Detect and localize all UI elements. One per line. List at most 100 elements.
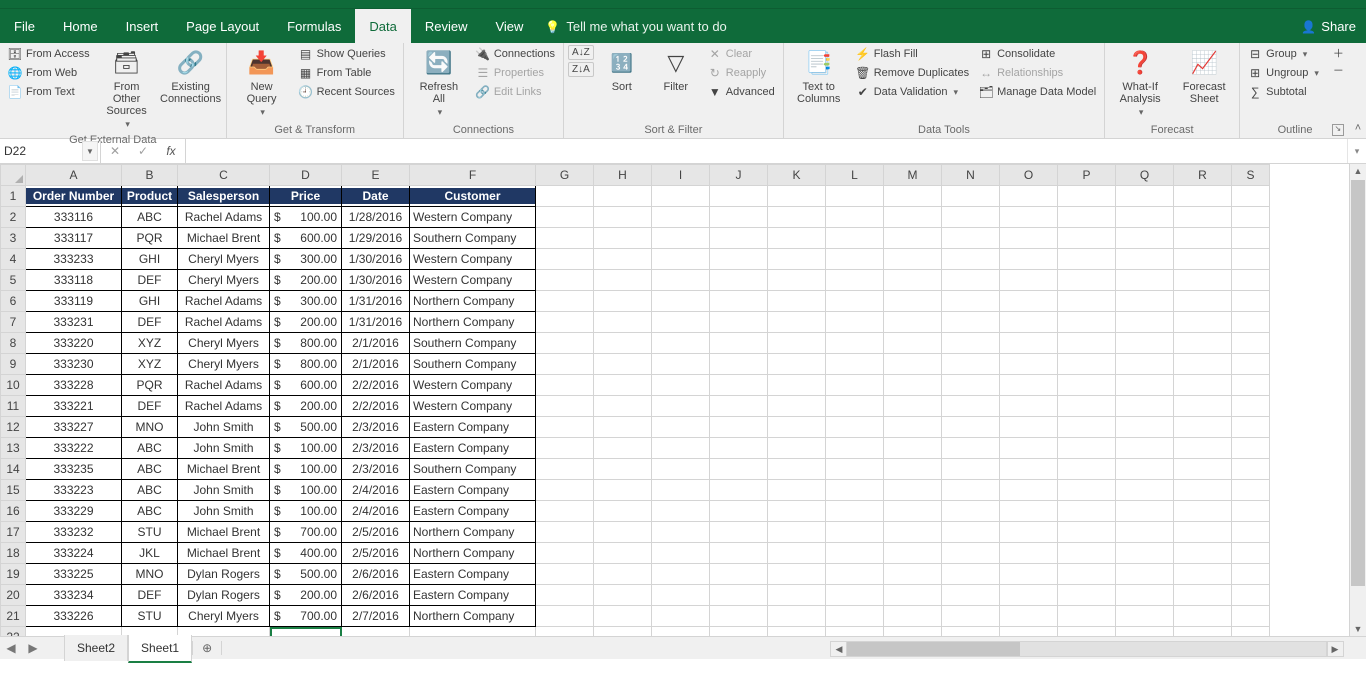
cell-M12[interactable] [884, 417, 942, 438]
cell-J4[interactable] [710, 249, 768, 270]
cell-H9[interactable] [594, 354, 652, 375]
reapply-button[interactable]: ↻Reapply [704, 64, 779, 82]
cell-Q13[interactable] [1116, 438, 1174, 459]
advanced-filter-button[interactable]: ▼Advanced [704, 83, 779, 101]
cell-E2[interactable]: 1/28/2016 [342, 207, 410, 228]
cell-A13[interactable]: 333222 [26, 438, 122, 459]
column-header-R[interactable]: R [1174, 165, 1232, 186]
cell-P11[interactable] [1058, 396, 1116, 417]
cell-C6[interactable]: Rachel Adams [178, 291, 270, 312]
cell-C11[interactable]: Rachel Adams [178, 396, 270, 417]
cell-O3[interactable] [1000, 228, 1058, 249]
cell-L4[interactable] [826, 249, 884, 270]
cell-B11[interactable]: DEF [122, 396, 178, 417]
row-header-4[interactable]: 4 [1, 249, 26, 270]
cell-N19[interactable] [942, 564, 1000, 585]
cell-H6[interactable] [594, 291, 652, 312]
cell-K6[interactable] [768, 291, 826, 312]
cell-D14[interactable]: $100.00 [270, 459, 342, 480]
cell-A5[interactable]: 333118 [26, 270, 122, 291]
cell-C4[interactable]: Cheryl Myers [178, 249, 270, 270]
cell-E15[interactable]: 2/4/2016 [342, 480, 410, 501]
cell-C12[interactable]: John Smith [178, 417, 270, 438]
cell-L18[interactable] [826, 543, 884, 564]
cell-F16[interactable]: Eastern Company [410, 501, 536, 522]
cell-B19[interactable]: MNO [122, 564, 178, 585]
cell-N17[interactable] [942, 522, 1000, 543]
cell-Q20[interactable] [1116, 585, 1174, 606]
cell-R15[interactable] [1174, 480, 1232, 501]
cell-E13[interactable]: 2/3/2016 [342, 438, 410, 459]
cell-G6[interactable] [536, 291, 594, 312]
sheet-nav-next[interactable]: ▶ [22, 641, 44, 655]
cell-R11[interactable] [1174, 396, 1232, 417]
cell-E9[interactable]: 2/1/2016 [342, 354, 410, 375]
cell-P15[interactable] [1058, 480, 1116, 501]
cell-B13[interactable]: ABC [122, 438, 178, 459]
cell-A12[interactable]: 333227 [26, 417, 122, 438]
cell-Q14[interactable] [1116, 459, 1174, 480]
cell-O14[interactable] [1000, 459, 1058, 480]
cell-I6[interactable] [652, 291, 710, 312]
cell-E17[interactable]: 2/5/2016 [342, 522, 410, 543]
row-header-11[interactable]: 11 [1, 396, 26, 417]
cell-P10[interactable] [1058, 375, 1116, 396]
cell-F19[interactable]: Eastern Company [410, 564, 536, 585]
cell-L15[interactable] [826, 480, 884, 501]
cell-J1[interactable] [710, 186, 768, 207]
cell-M7[interactable] [884, 312, 942, 333]
cell-M16[interactable] [884, 501, 942, 522]
cell-H13[interactable] [594, 438, 652, 459]
cell-O10[interactable] [1000, 375, 1058, 396]
cell-A9[interactable]: 333230 [26, 354, 122, 375]
row-header-14[interactable]: 14 [1, 459, 26, 480]
cell-N21[interactable] [942, 606, 1000, 627]
cell-R19[interactable] [1174, 564, 1232, 585]
row-header-5[interactable]: 5 [1, 270, 26, 291]
cell-E3[interactable]: 1/29/2016 [342, 228, 410, 249]
cell-B7[interactable]: DEF [122, 312, 178, 333]
cell-D10[interactable]: $600.00 [270, 375, 342, 396]
cell-R14[interactable] [1174, 459, 1232, 480]
cell-I1[interactable] [652, 186, 710, 207]
cell-D19[interactable]: $500.00 [270, 564, 342, 585]
cell-I5[interactable] [652, 270, 710, 291]
cell-H5[interactable] [594, 270, 652, 291]
cell-O5[interactable] [1000, 270, 1058, 291]
cell-M17[interactable] [884, 522, 942, 543]
cell-P14[interactable] [1058, 459, 1116, 480]
cell-M2[interactable] [884, 207, 942, 228]
cell-I4[interactable] [652, 249, 710, 270]
cell-H1[interactable] [594, 186, 652, 207]
cell-R5[interactable] [1174, 270, 1232, 291]
cell-S20[interactable] [1232, 585, 1270, 606]
cell-P21[interactable] [1058, 606, 1116, 627]
cell-J11[interactable] [710, 396, 768, 417]
row-header-19[interactable]: 19 [1, 564, 26, 585]
cell-G21[interactable] [536, 606, 594, 627]
cell-R9[interactable] [1174, 354, 1232, 375]
cell-P1[interactable] [1058, 186, 1116, 207]
cell-G10[interactable] [536, 375, 594, 396]
cell-K8[interactable] [768, 333, 826, 354]
cell-I9[interactable] [652, 354, 710, 375]
column-header-P[interactable]: P [1058, 165, 1116, 186]
cell-J3[interactable] [710, 228, 768, 249]
cell-P2[interactable] [1058, 207, 1116, 228]
cell-J6[interactable] [710, 291, 768, 312]
cell-A1[interactable]: Order Number [26, 186, 122, 207]
cell-L1[interactable] [826, 186, 884, 207]
row-header-9[interactable]: 9 [1, 354, 26, 375]
cell-B2[interactable]: ABC [122, 207, 178, 228]
cell-F18[interactable]: Northern Company [410, 543, 536, 564]
cell-R7[interactable] [1174, 312, 1232, 333]
cell-S12[interactable] [1232, 417, 1270, 438]
cell-K9[interactable] [768, 354, 826, 375]
cell-L8[interactable] [826, 333, 884, 354]
cell-S7[interactable] [1232, 312, 1270, 333]
cell-M13[interactable] [884, 438, 942, 459]
row-header-22[interactable]: 22 [1, 627, 26, 637]
cell-F11[interactable]: Western Company [410, 396, 536, 417]
cell-F22[interactable] [410, 627, 536, 637]
cell-O17[interactable] [1000, 522, 1058, 543]
